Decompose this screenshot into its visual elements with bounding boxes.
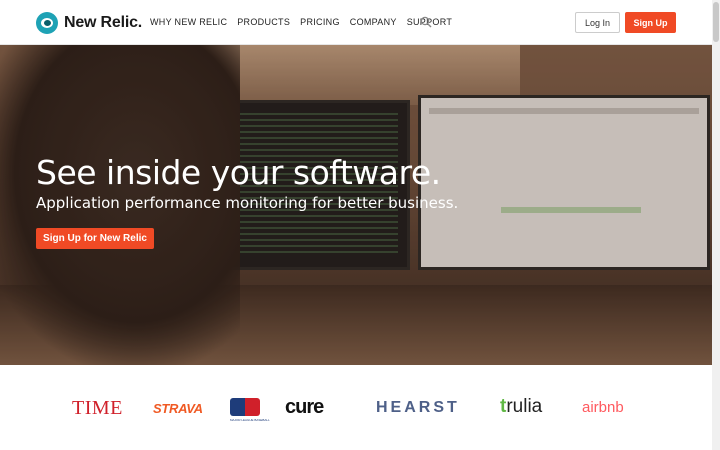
time-logo: TIME [72,397,123,419]
site-header: New Relic. WHY NEW RELIC PRODUCTS PRICIN… [0,0,720,45]
hearst-logo: HEARST [376,399,460,416]
nav-pricing[interactable]: PRICING [300,17,340,27]
hero-signup-button[interactable]: Sign Up for New Relic [36,228,154,249]
cure-logo: cure [285,396,324,418]
scrollbar-thumb[interactable] [713,2,719,42]
hero-section: See inside your software. Application pe… [0,45,712,365]
strava-logo: STRAVA [153,401,203,416]
hero-subtitle: Application performance monitoring for b… [36,194,459,212]
logo-icon [36,12,58,34]
hero-title: See inside your software. [36,153,441,192]
customer-logos: TIME STRAVA MAJOR LEAGUE BASEBALL cure H… [0,365,712,450]
logo-text: New Relic. [64,14,143,31]
mlb-logo [230,398,260,416]
search-icon[interactable] [420,16,432,28]
page-scrollbar[interactable] [712,0,720,450]
login-button[interactable]: Log In [575,12,620,33]
airbnb-logo: airbnb [582,399,624,416]
new-relic-logo[interactable]: New Relic. [36,12,142,34]
signup-button[interactable]: Sign Up [625,12,676,33]
trulia-logo: trulia [500,396,543,417]
nav-products[interactable]: PRODUCTS [237,17,290,27]
mlb-logo-text: MAJOR LEAGUE BASEBALL [230,418,270,422]
main-nav: WHY NEW RELIC PRODUCTS PRICING COMPANY S… [150,17,452,27]
nav-why-new-relic[interactable]: WHY NEW RELIC [150,17,227,27]
nav-company[interactable]: COMPANY [350,17,397,27]
